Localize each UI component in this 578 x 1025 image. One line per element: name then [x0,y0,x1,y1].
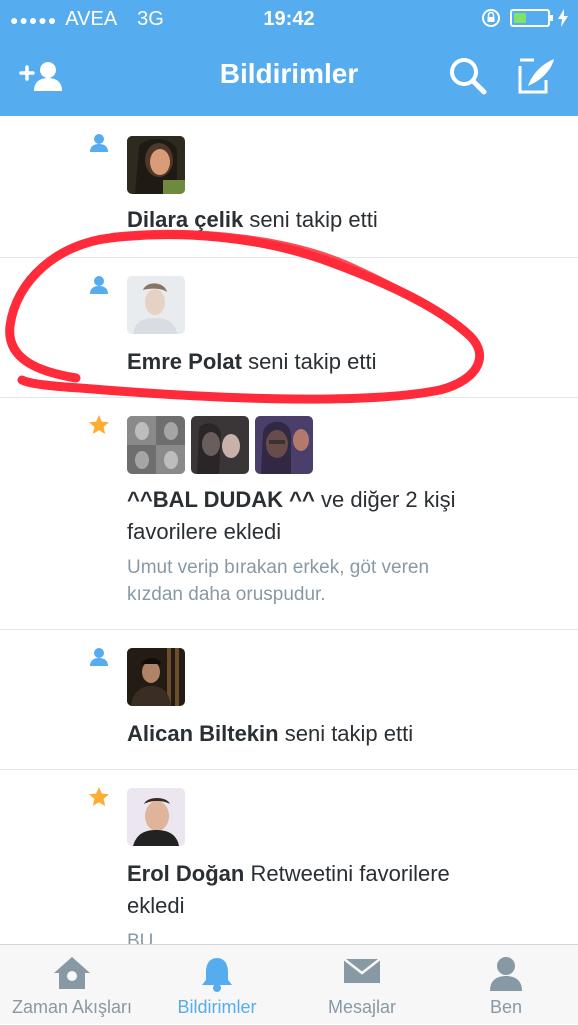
action-text: Retweetini favorilere [250,861,450,886]
avatar[interactable] [127,416,185,474]
notification-item[interactable]: Dilara çelik seni takip etti [0,116,578,258]
avatar[interactable] [127,136,185,194]
status-bar: ●●●●● AVEA 3G 19:42 [0,0,578,38]
notification-text: ^^BAL DUDAK ^^ ve diğer 2 kişi [127,484,456,516]
favorite-star-icon [89,415,109,434]
follow-person-icon [90,648,108,666]
bell-icon [202,958,232,992]
notification-item[interactable]: Alican Biltekin seni takip etti [0,630,578,770]
notification-text: Dilara çelik seni takip etti [127,204,378,236]
favorite-star-icon [89,787,109,806]
action-text: seni takip etti [248,349,377,374]
notification-text: Alican Biltekin seni takip etti [127,718,413,750]
avatar[interactable] [191,416,249,474]
compose-tweet-button[interactable] [510,52,562,100]
person-icon [490,957,522,991]
navigation-bar: Bildirimler [0,38,578,116]
tweet-preview[interactable]: BU [127,928,153,944]
notification-text: Emre Polat seni takip etti [127,346,376,378]
action-text: seni takip etti [249,207,378,232]
user-name[interactable]: ^^BAL DUDAK ^^ [127,487,315,512]
tab-messages[interactable]: Mesajlar [290,945,434,1025]
avatar[interactable] [127,648,185,706]
tab-label: Ben [489,997,523,1017]
tab-bar: Zaman Akışları Bildirimler Mesajlar Ben [0,944,578,1024]
status-right [480,7,568,29]
notification-text-line2: ekledi [127,893,185,918]
notification-item[interactable]: ^^BAL DUDAK ^^ ve diğer 2 kişi favoriler… [0,398,578,630]
notification-text: Erol Doğan Retweetini favorilere [127,858,450,890]
user-name[interactable]: Dilara çelik [127,207,243,232]
notification-item[interactable]: Erol Doğan Retweetini favorilere ekledi … [0,770,578,944]
tab-me[interactable]: Ben [434,945,578,1025]
charging-icon [558,9,568,27]
avatar[interactable] [255,416,313,474]
battery-icon [510,9,553,27]
tab-label: Mesajlar [327,997,397,1017]
notifications-list[interactable]: Dilara çelik seni takip etti Emre Polat … [0,116,578,944]
tab-label: Zaman Akışları [11,997,133,1017]
tab-timelines[interactable]: Zaman Akışları [0,945,144,1025]
user-name[interactable]: Emre Polat [127,349,242,374]
search-button[interactable] [442,52,494,100]
envelope-icon [343,958,381,983]
rotation-lock-icon [482,9,500,27]
tab-label: Bildirimler [177,997,257,1017]
follow-person-icon [90,276,108,294]
tweet-preview[interactable]: Umut verip bırakan erkek, göt veren [127,554,429,581]
avatar[interactable] [127,788,185,846]
tab-notifications[interactable]: Bildirimler [144,945,290,1025]
notification-item[interactable]: Emre Polat seni takip etti [0,258,578,398]
user-name[interactable]: Alican Biltekin [127,721,279,746]
tweet-preview-line2[interactable]: kızdan daha oruspudur. [127,581,326,608]
user-name[interactable]: Erol Doğan [127,861,244,886]
avatar[interactable] [127,276,185,334]
action-text: seni takip etti [284,721,414,746]
search-icon [450,58,487,95]
action-text: ve diğer 2 kişi [321,487,456,512]
notification-text-line2: favorilere ekledi [127,519,282,544]
home-icon [54,957,90,989]
follow-person-icon [90,134,108,152]
compose-icon [518,58,554,94]
